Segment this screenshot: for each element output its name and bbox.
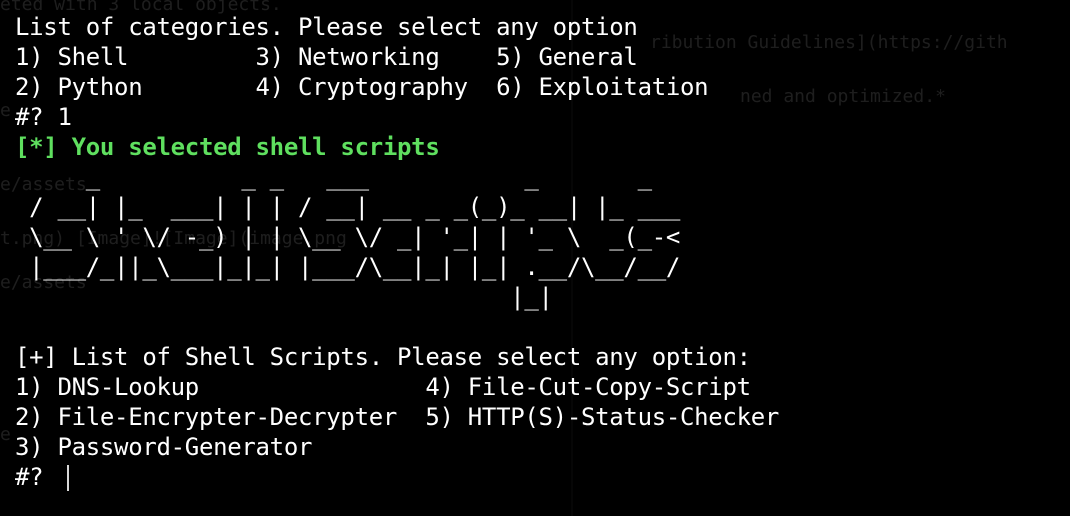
prompt-answer: #? 1 bbox=[15, 103, 72, 131]
menu-header: List of categories. Please select any op… bbox=[15, 13, 638, 41]
bg-line: e bbox=[0, 100, 11, 121]
scripts-row: 1) DNS-Lookup 4) File-Cut-Copy-Script bbox=[15, 373, 751, 401]
bg-line: e bbox=[0, 424, 11, 445]
ascii-banner-row: / __| |_ ___| | | / __| __ _ _(_)_ __| |… bbox=[15, 193, 681, 221]
ascii-banner-row: _ _ _ ___ _ _ bbox=[15, 163, 652, 191]
text-cursor[interactable] bbox=[67, 465, 70, 491]
input-prompt: #? bbox=[15, 463, 58, 491]
scripts-row: 3) Password-Generator bbox=[15, 433, 313, 461]
menu-row: 1) Shell 3) Networking 5) General bbox=[15, 43, 638, 71]
scripts-header: [+] List of Shell Scripts. Please select… bbox=[15, 343, 751, 371]
terminal-window[interactable]: eted with 3 local objects. ribution Guid… bbox=[0, 0, 1070, 516]
ascii-banner: _ _ _ ___ _ _ / __| |_ ___| | | / __| __… bbox=[15, 162, 1065, 312]
menu-row: 2) Python 4) Cryptography 6) Exploitatio… bbox=[15, 73, 709, 101]
input-prompt-line[interactable]: #? bbox=[15, 462, 1065, 492]
ascii-banner-row: |_| bbox=[15, 283, 553, 311]
terminal-output: List of categories. Please select any op… bbox=[15, 12, 1065, 492]
scripts-row: 2) File-Encrypter-Decrypter 5) HTTP(S)-S… bbox=[15, 403, 780, 431]
ascii-banner-row: |___/_||_\___|_|_| |___/\__|_| |_| .__/\… bbox=[15, 253, 681, 281]
ascii-banner-row: \__ \ ' \/ -_) | | \__ \/ _| '_| | '_ \ … bbox=[15, 223, 681, 251]
selected-message: [*] You selected shell scripts bbox=[15, 133, 440, 161]
